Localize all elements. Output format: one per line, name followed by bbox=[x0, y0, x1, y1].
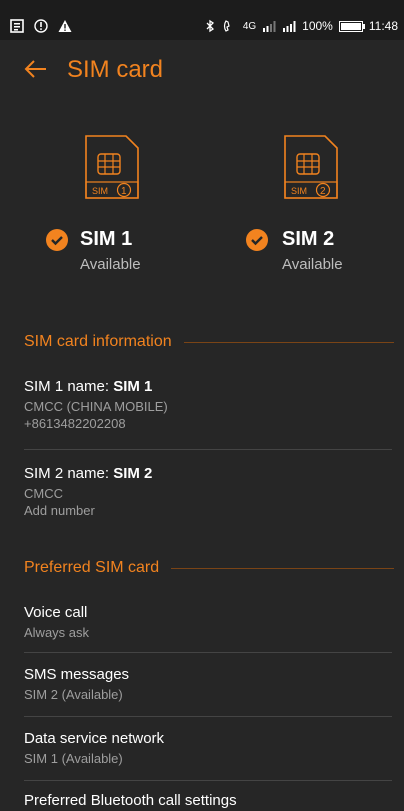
app-bar: SIM card bbox=[0, 40, 404, 104]
sim1-name: SIM 1 bbox=[80, 228, 133, 250]
sms-messages-row[interactable]: SMS messages SIM 2 (Available) bbox=[24, 666, 392, 702]
status-bar: 4G 100% 11:48 bbox=[0, 0, 404, 40]
section-title: Preferred SIM card bbox=[24, 559, 160, 576]
sim1-toggle[interactable]: SIM 1 Available bbox=[44, 226, 204, 278]
sim2-carrier: CMCC bbox=[24, 486, 63, 501]
sim1-carrier: CMCC (CHINA MOBILE) bbox=[24, 399, 168, 414]
section-title: SIM card information bbox=[24, 333, 172, 350]
svg-text:1: 1 bbox=[121, 186, 127, 197]
section-header-sim-info: SIM card information bbox=[24, 332, 394, 352]
sim1-info-row[interactable]: SIM 1 name: SIM 1 CMCC (CHINA MOBILE) +8… bbox=[24, 378, 392, 431]
sim2-add-number: Add number bbox=[24, 503, 95, 518]
data-service-title: Data service network bbox=[24, 730, 165, 747]
sim1-name-line: SIM 1 name: SIM 1 bbox=[24, 378, 153, 395]
check-circle-icon bbox=[46, 229, 68, 251]
row-divider bbox=[24, 652, 392, 653]
section-header-preferred: Preferred SIM card bbox=[24, 558, 394, 578]
notification-app-icon bbox=[10, 19, 24, 33]
sim2-status: Available bbox=[282, 256, 343, 273]
sim2-toggle[interactable]: SIM 2 Available bbox=[244, 226, 394, 278]
battery-icon bbox=[338, 20, 365, 32]
info-icon bbox=[34, 19, 48, 33]
check-circle-icon bbox=[246, 229, 268, 251]
sim1-status: Available bbox=[80, 256, 141, 273]
sim-card-icon: SIM 2 bbox=[284, 135, 338, 199]
page-title: SIM card bbox=[67, 56, 164, 83]
section-divider bbox=[183, 341, 394, 343]
data-service-value: SIM 1 (Available) bbox=[24, 751, 123, 766]
status-bar-left bbox=[10, 19, 72, 33]
voice-call-row[interactable]: Voice call Always ask bbox=[24, 604, 392, 640]
signal-sim1-icon bbox=[263, 21, 276, 32]
data-service-row[interactable]: Data service network SIM 1 (Available) bbox=[24, 730, 392, 766]
section-divider bbox=[171, 567, 394, 569]
status-bar-right: 4G 100% 11:48 bbox=[203, 19, 398, 33]
sim2-info-row[interactable]: SIM 2 name: SIM 2 CMCC Add number bbox=[24, 465, 392, 518]
row-divider bbox=[24, 716, 392, 717]
svg-text:2: 2 bbox=[320, 186, 326, 197]
sms-value: SIM 2 (Available) bbox=[24, 687, 123, 702]
bluetooth-icon bbox=[206, 19, 214, 33]
warning-icon bbox=[58, 20, 72, 32]
signal-sim2-icon bbox=[283, 21, 296, 32]
voice-call-value: Always ask bbox=[24, 625, 90, 640]
bluetooth-call-settings-row[interactable]: Preferred Bluetooth call settings bbox=[24, 792, 392, 809]
sim2-name-line: SIM 2 name: SIM 2 bbox=[24, 465, 153, 482]
battery-percent: 100% bbox=[302, 19, 333, 33]
svg-text:SIM: SIM bbox=[92, 186, 108, 196]
sim-card-icon: SIM 1 bbox=[85, 135, 139, 199]
volte-call-icon bbox=[223, 20, 230, 32]
sim2-name: SIM 2 bbox=[282, 228, 335, 250]
row-divider bbox=[24, 780, 392, 781]
clock: 11:48 bbox=[368, 19, 398, 33]
bluetooth-call-title: Preferred Bluetooth call settings bbox=[24, 792, 237, 809]
sim1-number: +8613482202208 bbox=[24, 416, 126, 431]
sms-title: SMS messages bbox=[24, 666, 130, 683]
row-divider bbox=[24, 449, 392, 450]
sim2-card-graphic: SIM 2 bbox=[279, 134, 343, 206]
svg-text:SIM: SIM bbox=[291, 186, 307, 196]
voice-call-title: Voice call bbox=[24, 604, 88, 621]
back-arrow-icon[interactable] bbox=[20, 52, 50, 86]
network-type: 4G bbox=[242, 20, 257, 32]
sim1-card-graphic: SIM 1 bbox=[80, 134, 144, 206]
